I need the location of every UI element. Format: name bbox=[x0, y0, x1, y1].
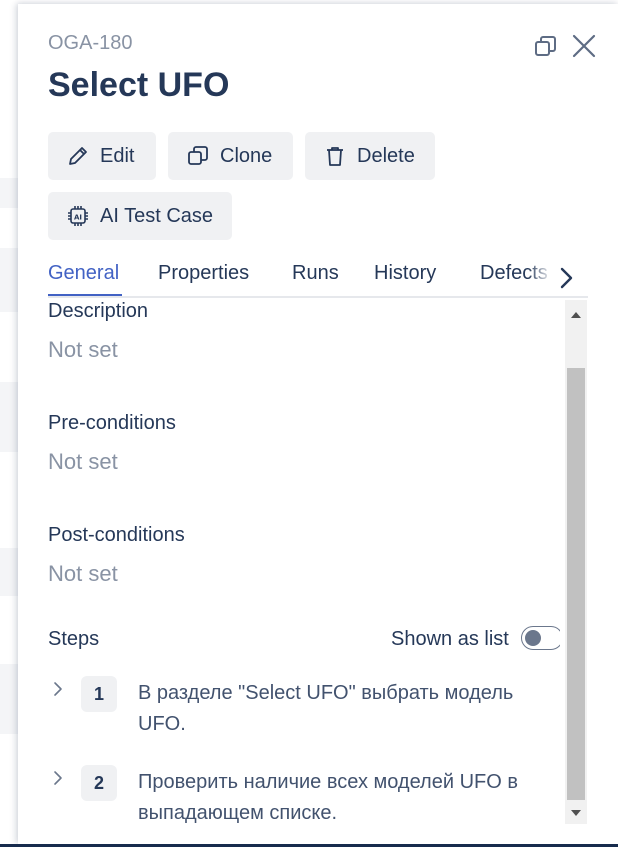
chevron-right-icon[interactable] bbox=[48, 678, 68, 700]
chevron-right-icon[interactable] bbox=[48, 767, 68, 789]
step-text: Проверить наличие всех моделей UFO в вып… bbox=[138, 771, 518, 824]
background-row bbox=[0, 382, 18, 452]
pre-conditions-label: Pre-conditions bbox=[48, 412, 176, 434]
clone-button-label: Clone bbox=[220, 144, 273, 167]
ai-chip-icon: AI bbox=[68, 206, 88, 226]
chevron-right-icon[interactable] bbox=[556, 264, 578, 292]
general-tab-content: Description Not set Pre-conditions Not s… bbox=[48, 300, 560, 824]
pencil-icon bbox=[69, 147, 87, 165]
step-number: 1 bbox=[81, 676, 117, 712]
edit-button[interactable]: Edit bbox=[48, 132, 156, 180]
page-title: Select UFO bbox=[48, 66, 230, 104]
tab-general[interactable]: General bbox=[48, 262, 119, 285]
background-list bbox=[0, 0, 18, 847]
scroll-down-arrow-icon[interactable] bbox=[565, 802, 587, 824]
delete-button[interactable]: Delete bbox=[305, 132, 435, 180]
toggle-knob bbox=[525, 629, 541, 646]
post-conditions-label: Post-conditions bbox=[48, 524, 185, 546]
tabs-divider bbox=[48, 296, 588, 298]
scrollbar-thumb[interactable] bbox=[567, 368, 585, 800]
ai-test-case-label: AI Test Case bbox=[100, 204, 214, 227]
post-conditions-value: Not set bbox=[48, 561, 118, 586]
description-value: Not set bbox=[48, 337, 118, 362]
shown-as-list-label: Shown as list bbox=[391, 628, 509, 650]
background-row bbox=[0, 178, 18, 208]
background-row bbox=[0, 664, 18, 734]
copy-icon bbox=[188, 146, 208, 165]
delete-button-label: Delete bbox=[357, 144, 415, 167]
trash-icon bbox=[327, 147, 343, 166]
close-icon[interactable] bbox=[570, 32, 598, 60]
background-row bbox=[0, 248, 18, 312]
svg-text:AI: AI bbox=[74, 214, 82, 222]
ai-test-case-button[interactable]: AI AI Test Case bbox=[48, 192, 232, 240]
background-row bbox=[0, 548, 18, 596]
tab-bar: General Properties Runs History Defects bbox=[48, 254, 588, 300]
tabs-fade bbox=[528, 254, 552, 294]
steps-label: Steps bbox=[48, 628, 100, 650]
tab-properties[interactable]: Properties bbox=[158, 262, 249, 285]
step-text: В разделе "Select UFO" выбрать модель UF… bbox=[138, 682, 514, 735]
pre-conditions-value: Not set bbox=[48, 449, 118, 474]
scroll-up-arrow-icon[interactable] bbox=[565, 304, 587, 326]
step-number: 2 bbox=[81, 765, 117, 801]
description-label: Description bbox=[48, 300, 149, 322]
edit-button-label: Edit bbox=[100, 144, 135, 167]
vertical-scrollbar[interactable] bbox=[565, 300, 587, 824]
restore-window-icon[interactable] bbox=[532, 32, 560, 60]
shown-as-list-toggle[interactable] bbox=[521, 626, 560, 650]
tab-runs[interactable]: Runs bbox=[292, 262, 339, 285]
test-case-drawer: OGA-180 Select UFO Edit Clone Delete AI … bbox=[18, 4, 618, 844]
tab-history[interactable]: History bbox=[374, 262, 436, 285]
case-key: OGA-180 bbox=[48, 32, 133, 54]
clone-button[interactable]: Clone bbox=[168, 132, 293, 180]
